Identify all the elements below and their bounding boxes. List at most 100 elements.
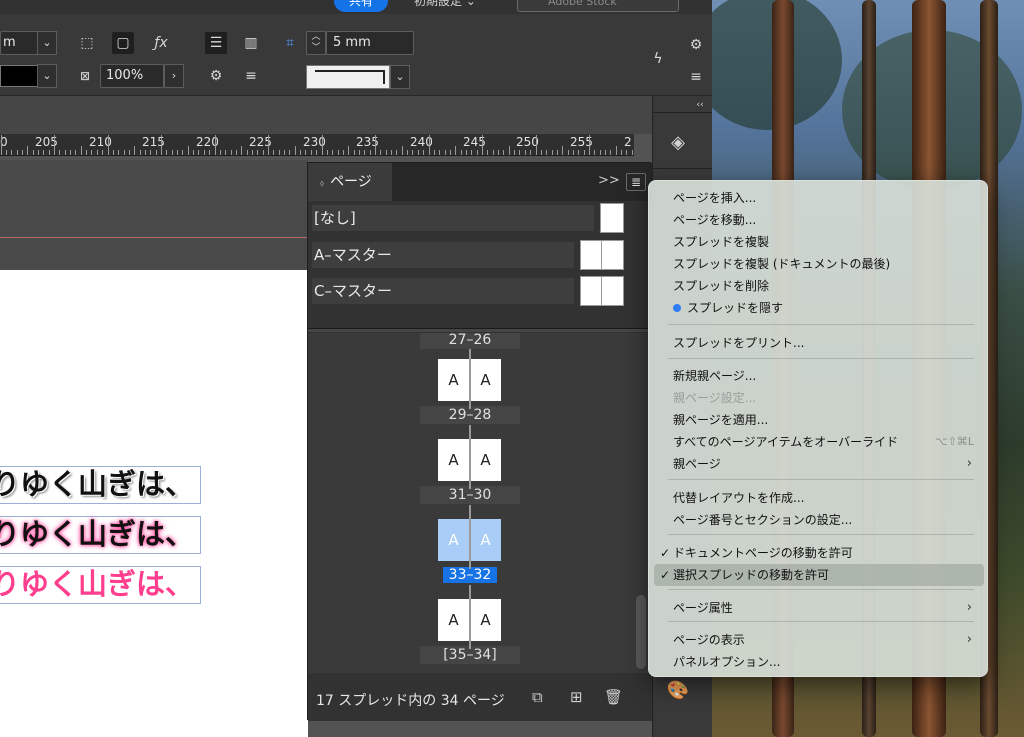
stroke-square-icon[interactable]: ▢ [112, 32, 134, 54]
page-thumbnail[interactable]: A [438, 599, 469, 641]
master-row-none[interactable]: [なし] [312, 205, 594, 231]
ruler-tick [631, 150, 633, 155]
menu-item: 親ページ設定... [654, 387, 984, 409]
opacity-field[interactable]: 100% [100, 64, 164, 88]
ruler-tick [572, 150, 574, 155]
ruler-tick [155, 150, 157, 155]
unit-field[interactable]: m [0, 31, 38, 55]
share-button[interactable]: 共有 [334, 0, 388, 12]
menu-item[interactable]: ページ属性 › [654, 597, 984, 619]
master-row-a[interactable]: A–マスター [312, 242, 574, 268]
menu-item[interactable]: ページ番号とセクションの設定... [654, 509, 984, 531]
gap-tool-icon[interactable]: ⌗ [279, 32, 301, 54]
page-thumbnail[interactable]: A [470, 359, 501, 401]
ruler-tick [112, 150, 114, 155]
menu-item[interactable]: スプレッドを削除 [654, 275, 984, 297]
stroke-style-preview[interactable] [306, 65, 390, 89]
menu-item[interactable]: 代替レイアウトを作成... [654, 487, 984, 509]
collapse-panel-icon[interactable]: >> [598, 173, 620, 188]
new-page-icon[interactable]: ⊞ [570, 688, 583, 706]
ruler-tick [123, 150, 125, 155]
menu-item[interactable]: ページを挿入... [654, 187, 984, 209]
ruler-tick [326, 150, 328, 155]
page-thumbnail[interactable]: A [438, 359, 469, 401]
page-thumbnail[interactable]: A [470, 519, 501, 561]
menu-item[interactable]: スプレッドを複製 [654, 231, 984, 253]
ruler-tick [107, 135, 109, 155]
spreads-list[interactable]: 27–26 A A 29–28 A A 31–30 A A 33–32 A A … [308, 333, 652, 673]
pages-panel: ⬨ ページ >> ≣ [なし] A–マスター C–マスター 27–26 A A 2… [307, 162, 652, 721]
ruler-tick [621, 150, 623, 155]
text-wrap-icon[interactable]: ☰ [205, 32, 227, 54]
opacity-arrow-button[interactable]: › [164, 64, 184, 88]
menu-item-label: スプレッドを複製 (ドキュメントの最後) [673, 257, 891, 271]
effects-fx-icon[interactable]: ƒx [150, 32, 172, 54]
panel-splitter[interactable] [308, 328, 652, 332]
adobe-stock-search[interactable]: Adobe Stock [517, 0, 679, 12]
ruler-tick [589, 135, 590, 155]
swatches-palette-icon[interactable]: 🎨 [661, 676, 695, 706]
spread-label[interactable]: 27–26 [420, 333, 520, 349]
spread-number: [35–34] [443, 647, 497, 663]
menu-item[interactable]: 親ページ › [654, 453, 984, 475]
menu-item[interactable]: すべてのページアイテムをオーバーライド ⌥⇧⌘L [654, 431, 984, 453]
page-thumbnail[interactable]: A [438, 439, 469, 481]
ruler-tick [465, 150, 467, 155]
stroke-style-dropdown[interactable]: ⌄ [390, 65, 410, 89]
menu-item[interactable]: パネルオプション... [654, 651, 984, 673]
menu-item[interactable]: ✓ 選択スプレッドの移動を許可 [654, 564, 984, 586]
ruler-tick [476, 150, 478, 155]
gap-field[interactable]: 5 mm [326, 31, 414, 55]
menu-item[interactable]: スプレッドを複製 (ドキュメントの最後) [654, 253, 984, 275]
page-thumbnail[interactable]: A [470, 599, 501, 641]
menu-item[interactable]: 新規親ページ... [654, 365, 984, 387]
workspace-switcher[interactable]: 初期設定 ⌄ [414, 0, 476, 9]
menu-item-label: スプレッドをプリント... [673, 336, 805, 350]
text-frame[interactable]: りゆく山ぎは、 [0, 566, 202, 604]
ruler-tick [64, 150, 66, 155]
menu-item[interactable]: スプレッドをプリント... [654, 332, 984, 354]
gap-stepper[interactable]: ︿ ﹀ [306, 31, 326, 55]
page-thumbnail[interactable]: A [470, 439, 501, 481]
edit-page-size-icon[interactable]: ⧉ [532, 688, 543, 706]
gear-icon[interactable]: ⚙ [685, 34, 707, 56]
menu-item[interactable]: ページを移動... [654, 209, 984, 231]
master-thumbnail[interactable] [580, 240, 624, 270]
text-frame[interactable]: りゆく山ぎは、 [0, 466, 202, 504]
ruler-tick [27, 146, 29, 155]
ruler-tick [187, 146, 189, 155]
master-row-c[interactable]: C–マスター [312, 278, 574, 304]
keyboard-shortcut: ⌥⇧⌘L [934, 435, 974, 448]
panel-menu-icon[interactable]: ≣ [626, 173, 646, 191]
ruler-tick [503, 150, 505, 155]
menu-item[interactable]: スプレッドを隠す [654, 297, 984, 319]
ruler-tick [321, 135, 323, 155]
menu-item[interactable]: ✓ ドキュメントページの移動を許可 [654, 542, 984, 564]
ruler-tick [182, 150, 184, 155]
column-layout-icon[interactable]: ▥ [240, 32, 262, 54]
master-thumbnail[interactable] [580, 276, 624, 306]
spreads-scrollbar[interactable] [636, 595, 646, 669]
menu-lines-icon[interactable]: ≡ [685, 66, 707, 88]
object-styles-icon[interactable]: ⚙ [205, 65, 227, 87]
menu-item[interactable]: 親ページを適用... [654, 409, 984, 431]
horizontal-ruler[interactable]: 0 205 210 215 220 225 230 235 240 245 25… [0, 134, 634, 156]
align-center-icon[interactable]: ≡ [240, 65, 262, 87]
master-thumbnail[interactable] [600, 203, 624, 233]
stroke-dropdown[interactable]: ⌄ [37, 64, 57, 88]
menu-item-label: スプレッドを複製 [673, 235, 770, 249]
stroke-swatch[interactable] [0, 65, 38, 87]
trash-icon[interactable]: 🗑 [604, 688, 623, 706]
lightning-icon[interactable]: ϟ [647, 48, 669, 70]
page-thumbnail[interactable]: A [438, 519, 469, 561]
frame-fitting-icon[interactable]: ⬚ [76, 32, 98, 54]
ruler-tick [342, 150, 344, 155]
ruler-tick [75, 150, 77, 155]
layers-icon[interactable]: ◈ [661, 128, 695, 158]
menu-item[interactable]: ページの表示 › [654, 629, 984, 651]
unit-dropdown[interactable]: ⌄ [37, 31, 57, 55]
collapse-dock-icon[interactable]: ‹‹ [693, 98, 707, 112]
tab-pages[interactable]: ⬨ ページ [308, 163, 392, 201]
text-frame[interactable]: りゆく山ぎは、 [0, 516, 202, 554]
ruler-tick [96, 150, 98, 155]
